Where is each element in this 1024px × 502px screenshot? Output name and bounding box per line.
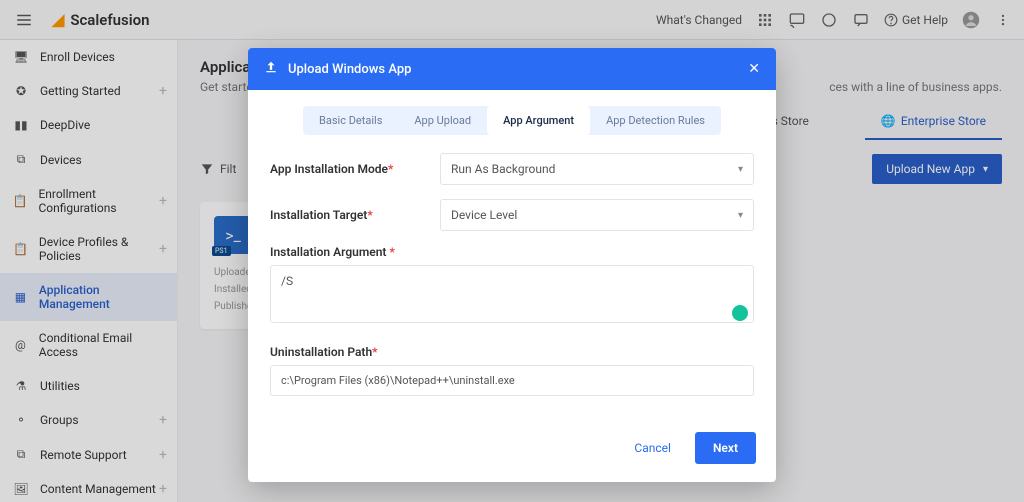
chevron-down-icon: ▾ bbox=[738, 210, 743, 221]
modal-body: App Installation Mode* Run As Background… bbox=[248, 135, 776, 420]
modal-tabs: Basic Details App Upload App Argument Ap… bbox=[303, 106, 721, 135]
upload-icon bbox=[264, 60, 278, 78]
modal-footer: Cancel Next bbox=[248, 420, 776, 482]
install-target-select[interactable]: Device Level ▾ bbox=[440, 199, 754, 231]
uninstall-path-label: Uninstallation Path* bbox=[270, 345, 440, 359]
tab-app-detection-rules[interactable]: App Detection Rules bbox=[590, 106, 721, 135]
grammarly-icon[interactable] bbox=[732, 305, 748, 321]
modal-title: Upload Windows App bbox=[288, 62, 411, 77]
install-target-label: Installation Target* bbox=[270, 208, 440, 222]
install-argument-textarea[interactable] bbox=[270, 265, 754, 323]
cancel-button[interactable]: Cancel bbox=[622, 433, 683, 463]
close-icon[interactable]: ✕ bbox=[748, 61, 760, 77]
tab-basic-details[interactable]: Basic Details bbox=[303, 106, 398, 135]
uninstall-path-input[interactable] bbox=[270, 365, 754, 396]
next-button[interactable]: Next bbox=[695, 432, 756, 464]
install-mode-select[interactable]: Run As Background ▾ bbox=[440, 153, 754, 185]
modal-header: Upload Windows App ✕ bbox=[248, 48, 776, 90]
install-mode-label: App Installation Mode* bbox=[270, 162, 440, 176]
modal-overlay: Upload Windows App ✕ Basic Details App U… bbox=[0, 0, 1024, 502]
install-argument-label: Installation Argument * bbox=[270, 245, 440, 259]
tab-app-upload[interactable]: App Upload bbox=[398, 106, 487, 135]
chevron-down-icon: ▾ bbox=[738, 164, 743, 175]
upload-windows-app-modal: Upload Windows App ✕ Basic Details App U… bbox=[248, 48, 776, 482]
tab-app-argument[interactable]: App Argument bbox=[487, 106, 590, 135]
